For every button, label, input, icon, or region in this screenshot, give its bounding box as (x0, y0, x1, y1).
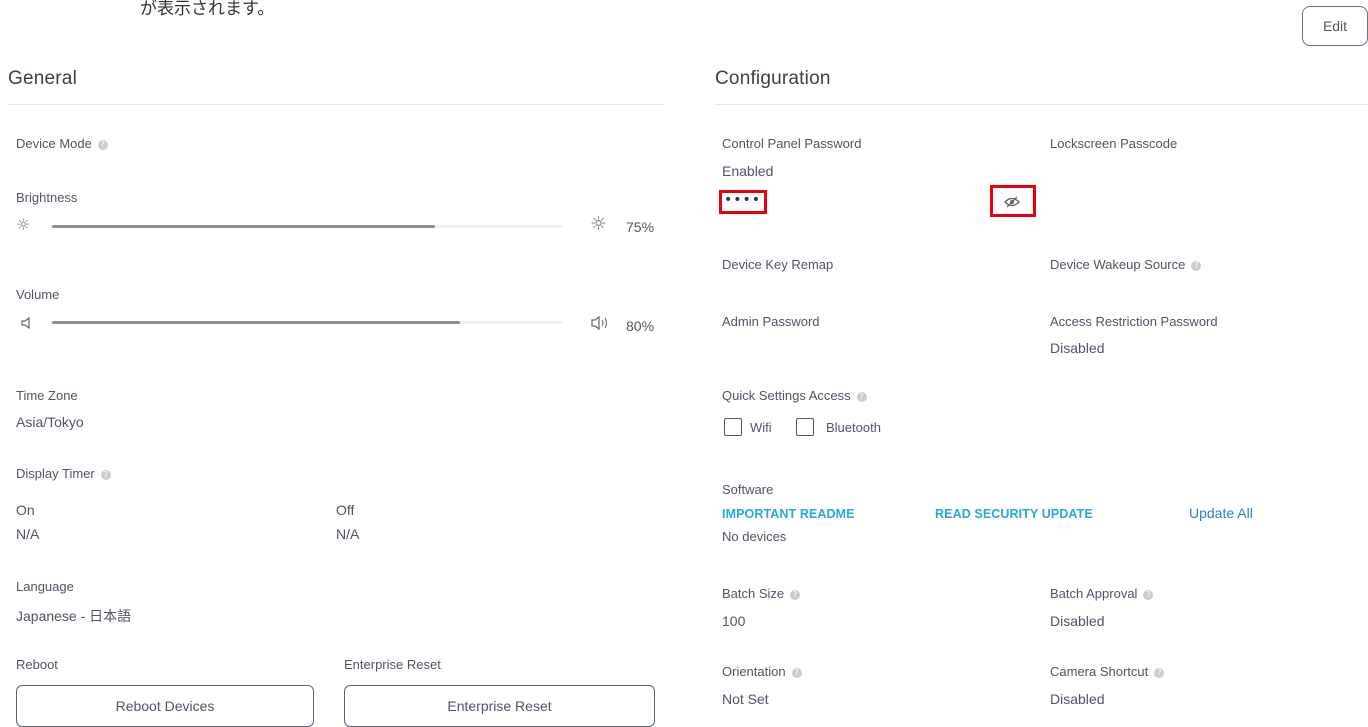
help-icon[interactable]: ? (97, 140, 108, 150)
batch-size-value: 100 (722, 613, 746, 629)
display-timer-off-value: N/A (336, 526, 360, 542)
general-section-title: General (8, 68, 77, 89)
volume-slider[interactable] (52, 321, 562, 324)
configuration-divider (715, 104, 1368, 105)
bluetooth-checkbox[interactable] (796, 418, 814, 436)
wifi-checkbox-label: Wifi (750, 420, 772, 435)
top-instruction-text: が表示されます。 (140, 0, 275, 18)
admin-password-label: Admin Password (722, 314, 820, 329)
camera-shortcut-label: Camera Shortcut? (1050, 664, 1165, 679)
display-timer-on-value: N/A (16, 526, 40, 542)
help-icon[interactable]: ? (1143, 590, 1154, 600)
speaker-low-icon (20, 315, 34, 334)
batch-approval-label: Batch Approval? (1050, 586, 1154, 601)
time-zone-value: Asia/Tokyo (16, 414, 84, 430)
help-icon[interactable]: ? (791, 668, 802, 678)
display-timer-label: Display Timer? (16, 466, 111, 481)
device-key-remap-label: Device Key Remap (722, 257, 834, 272)
batch-approval-value: Disabled (1050, 613, 1105, 629)
control-panel-password-label: Control Panel Password (722, 136, 862, 151)
volume-slider-fill (52, 321, 460, 324)
wifi-checkbox[interactable] (724, 418, 742, 436)
lockscreen-passcode-label: Lockscreen Passcode (1050, 136, 1178, 151)
language-label: Language (16, 579, 74, 594)
speaker-high-icon (590, 315, 612, 335)
display-timer-on-label: On (16, 502, 35, 518)
device-wakeup-source-label: Device Wakeup Source? (1050, 257, 1202, 272)
display-timer-off-label: Off (336, 502, 355, 518)
enterprise-reset-label: Enterprise Reset (344, 657, 441, 672)
control-panel-password-status: Enabled (722, 163, 774, 179)
device-mode-label: Device Mode? (16, 136, 108, 151)
reboot-label: Reboot (16, 657, 58, 672)
sun-high-icon: ☼ (590, 213, 608, 235)
update-all-link[interactable]: Update All (1189, 505, 1253, 521)
read-security-update-link[interactable]: READ SECURITY UPDATE (935, 507, 1093, 521)
edit-button[interactable]: Edit (1302, 6, 1368, 46)
important-readme-link[interactable]: IMPORTANT README (722, 507, 855, 521)
orientation-value: Not Set (722, 691, 769, 707)
quick-settings-access-label: Quick Settings Access? (722, 388, 867, 403)
enterprise-reset-button[interactable]: Enterprise Reset (344, 685, 655, 727)
orientation-label: Orientation? (722, 664, 802, 679)
volume-label: Volume (16, 287, 60, 302)
general-divider (8, 104, 663, 105)
bluetooth-checkbox-label: Bluetooth (826, 420, 881, 435)
access-restriction-password-label: Access Restriction Password (1050, 314, 1218, 329)
brightness-label: Brightness (16, 190, 78, 205)
camera-shortcut-value: Disabled (1050, 691, 1105, 707)
eye-off-icon[interactable] (1004, 194, 1020, 213)
control-panel-password-masked: •••• (724, 192, 762, 208)
help-icon[interactable]: ? (856, 392, 867, 402)
brightness-value: 75% (626, 219, 655, 235)
sun-low-icon: ☼ (16, 215, 31, 234)
configuration-section-title: Configuration (715, 68, 831, 89)
brightness-slider-fill (52, 225, 435, 228)
batch-size-label: Batch Size? (722, 586, 801, 601)
software-label: Software (722, 482, 774, 497)
access-restriction-password-value: Disabled (1050, 340, 1105, 356)
help-icon[interactable]: ? (100, 470, 111, 480)
reboot-devices-button[interactable]: Reboot Devices (16, 685, 314, 727)
help-icon[interactable]: ? (1154, 668, 1165, 678)
language-value: Japanese - 日本語 (16, 608, 132, 624)
brightness-slider[interactable] (52, 225, 562, 228)
volume-value: 80% (626, 318, 655, 334)
help-icon[interactable]: ? (790, 590, 801, 600)
no-devices-text: No devices (722, 529, 787, 544)
help-icon[interactable]: ? (1191, 261, 1202, 271)
time-zone-label: Time Zone (16, 388, 78, 403)
